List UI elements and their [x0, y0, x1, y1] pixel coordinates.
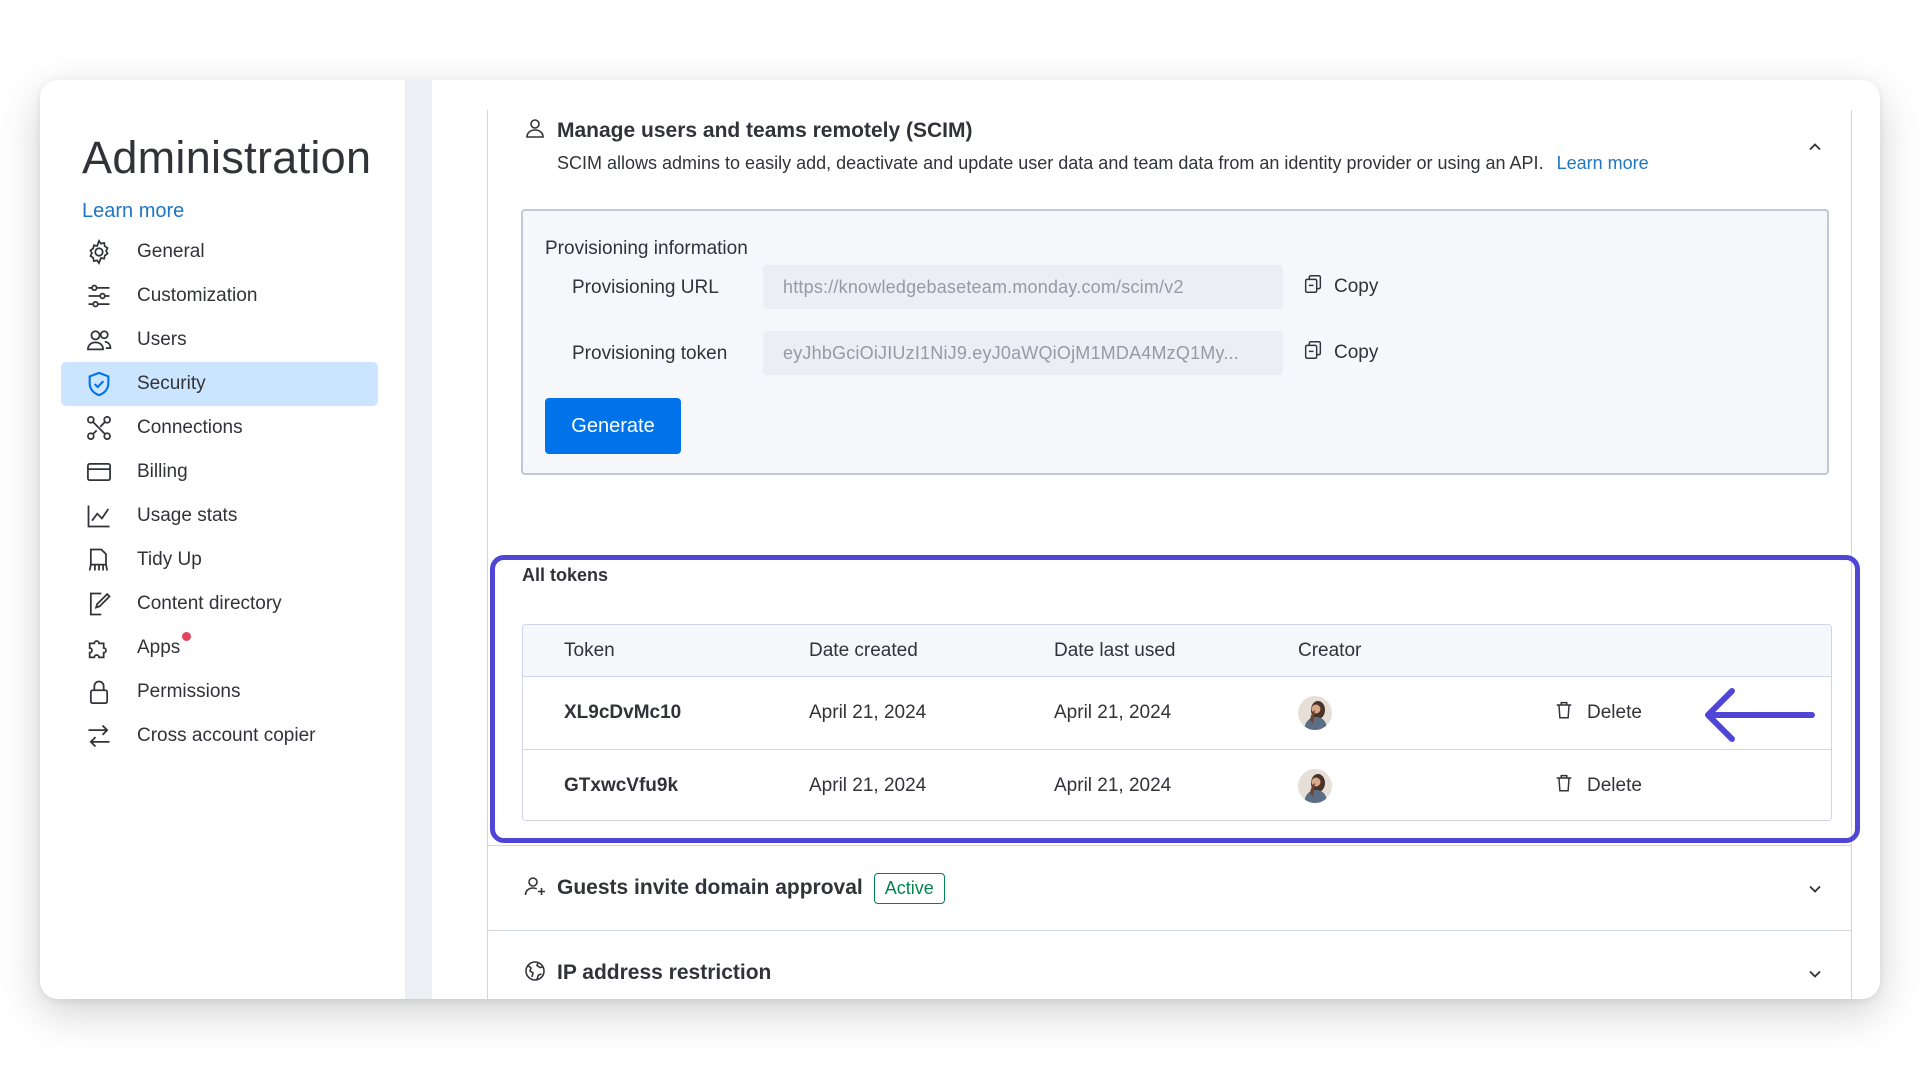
copy-label: Copy [1334, 342, 1379, 363]
main-content: Manage users and teams remotely (SCIM) S… [432, 80, 1880, 999]
sidebar-item-label: Security [137, 373, 206, 394]
scim-header: Manage users and teams remotely (SCIM) [523, 116, 972, 145]
provisioning-url-field[interactable]: https://knowledgebaseteam.monday.com/sci… [763, 265, 1283, 309]
app-window: Administration Learn more General Custom… [40, 80, 1880, 999]
sliders-icon [85, 282, 113, 310]
copy-label: Copy [1334, 276, 1379, 297]
copy-url-button[interactable]: Copy [1302, 265, 1378, 309]
sidebar-item-label: Users [137, 329, 187, 350]
credit-card-icon [85, 458, 113, 486]
ip-title: IP address restriction [557, 961, 772, 984]
scim-description-text: SCIM allows admins to easily add, deacti… [557, 153, 1544, 173]
users-icon [85, 326, 113, 354]
chevron-up-icon[interactable] [1802, 134, 1828, 160]
sidebar-item-label: Connections [137, 417, 243, 438]
sidebar-item-security[interactable]: Security [61, 362, 378, 406]
connections-icon [85, 414, 113, 442]
page-title: Administration [82, 132, 372, 183]
scim-title: Manage users and teams remotely (SCIM) [557, 118, 973, 142]
provisioning-token-label: Provisioning token [572, 343, 728, 364]
apps-label: Apps [137, 637, 181, 658]
notification-dot [182, 632, 192, 641]
sidebar-item-users[interactable]: Users [61, 318, 378, 362]
chart-icon [85, 502, 113, 530]
generate-button[interactable]: Generate [545, 398, 681, 454]
puzzle-icon [85, 634, 113, 662]
edit-document-icon [85, 590, 113, 618]
provisioning-token-field[interactable]: eyJhbGciOiJIUzI1NiJ9.eyJ0aWQiOjM1MDA4MzQ… [763, 331, 1283, 375]
guests-header: Guests invite domain approval Active [523, 846, 945, 930]
scim-learn-more-link[interactable]: Learn more [1557, 153, 1649, 173]
copy-token-button[interactable]: Copy [1302, 331, 1378, 375]
provisioning-title: Provisioning information [545, 238, 748, 259]
provisioning-url-label: Provisioning URL [572, 277, 719, 298]
transfer-icon [85, 722, 113, 750]
sidebar-item-apps[interactable]: Apps [61, 626, 378, 670]
gear-icon [85, 238, 113, 266]
sidebar-item-label: Apps [137, 632, 192, 659]
sidebar-item-billing[interactable]: Billing [61, 450, 378, 494]
copy-icon [1302, 339, 1334, 367]
chevron-down-icon[interactable] [1802, 961, 1828, 987]
sidebar-item-label: Usage stats [137, 505, 238, 526]
guests-title: Guests invite domain approval [557, 876, 863, 899]
ip-restriction-section[interactable]: IP address restriction [488, 930, 1851, 999]
sidebar-item-usage-stats[interactable]: Usage stats [61, 494, 378, 538]
sidebar-item-label: Tidy Up [137, 549, 202, 570]
scim-description: SCIM allows admins to easily add, deacti… [557, 153, 1649, 174]
chevron-down-icon[interactable] [1802, 876, 1828, 902]
security-panel: Manage users and teams remotely (SCIM) S… [487, 110, 1860, 999]
provisioning-box: Provisioning information Provisioning UR… [521, 209, 1829, 475]
copy-icon [1302, 273, 1334, 301]
user-icon [523, 116, 557, 145]
sidebar-item-label: Cross account copier [137, 725, 316, 746]
sidebar-item-label: Customization [137, 285, 258, 306]
ip-header: IP address restriction [523, 931, 771, 999]
sidebar: Administration Learn more General Custom… [40, 80, 405, 999]
sidebar-item-permissions[interactable]: Permissions [61, 670, 378, 714]
guests-section[interactable]: Guests invite domain approval Active [488, 845, 1851, 930]
sidebar-item-content-directory[interactable]: Content directory [61, 582, 378, 626]
sidebar-nav: General Customization Users Security Con… [61, 230, 378, 758]
broom-icon [85, 546, 113, 574]
globe-icon [523, 959, 557, 988]
arrow-annotation-icon [1705, 688, 1815, 742]
learn-more-link[interactable]: Learn more [82, 200, 184, 223]
status-badge: Active [873, 872, 945, 904]
sidebar-item-general[interactable]: General [61, 230, 378, 274]
sidebar-item-label: Permissions [137, 681, 241, 702]
tokens-highlight-box [490, 555, 1860, 843]
sidebar-item-label: Billing [137, 461, 188, 482]
lock-icon [85, 678, 113, 706]
shield-icon [85, 370, 113, 398]
sidebar-item-customization[interactable]: Customization [61, 274, 378, 318]
user-plus-icon [523, 874, 557, 903]
sidebar-item-connections[interactable]: Connections [61, 406, 378, 450]
sidebar-item-cross-account-copier[interactable]: Cross account copier [61, 714, 378, 758]
sidebar-item-label: Content directory [137, 593, 282, 614]
sidebar-item-label: General [137, 241, 205, 262]
sidebar-item-tidy-up[interactable]: Tidy Up [61, 538, 378, 582]
